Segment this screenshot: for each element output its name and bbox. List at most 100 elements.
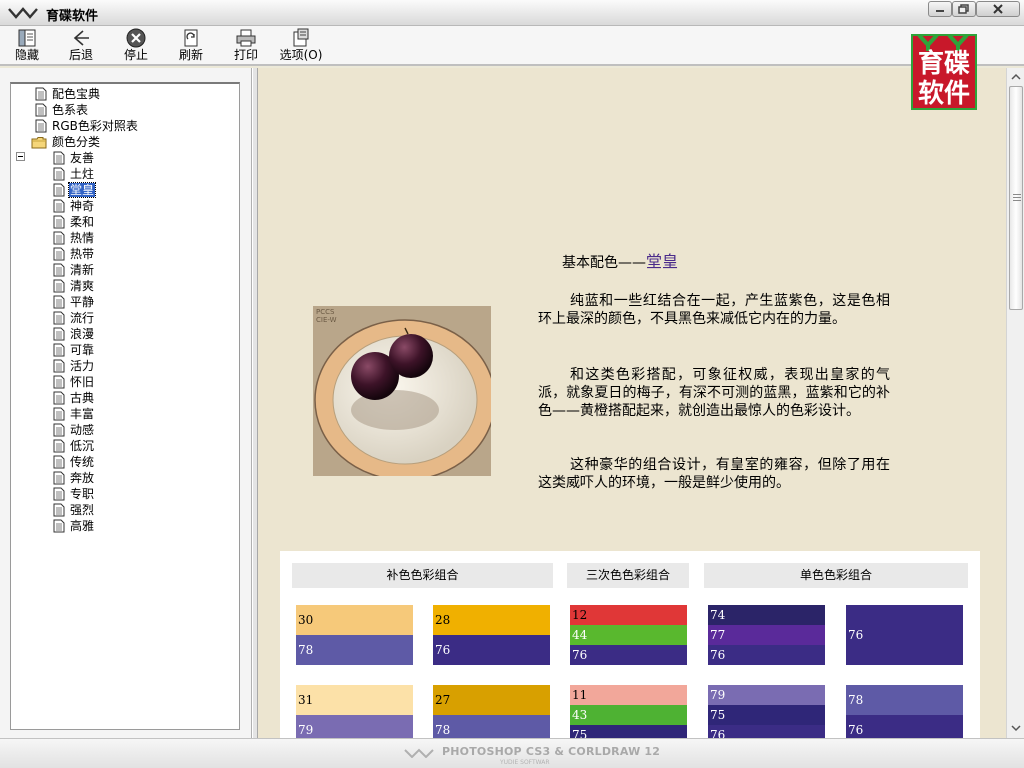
scrollbar-thumb[interactable]: [1009, 86, 1023, 310]
tree-item[interactable]: 丰富: [53, 406, 95, 422]
stop-label: 停止: [123, 48, 148, 62]
color-code: 11: [572, 688, 588, 702]
app-logo-icon: [8, 7, 38, 19]
document-icon: [53, 519, 65, 533]
document-icon: [53, 279, 65, 293]
tree-item[interactable]: 堂皇: [53, 182, 97, 198]
tree-item[interactable]: 配色宝典: [35, 86, 101, 102]
tree-item[interactable]: 浪漫: [53, 326, 95, 342]
color-code: 79: [710, 688, 726, 702]
tree-item[interactable]: 热情: [53, 230, 95, 246]
back-button[interactable]: 后退: [56, 28, 106, 64]
tree-item[interactable]: 土炷: [53, 166, 95, 182]
color-code: 74: [710, 608, 726, 622]
tree-item[interactable]: 强烈: [53, 502, 95, 518]
color-swatch: 12 44 76: [570, 605, 687, 665]
status-brand-sub: YUDIE SOFTWAR: [500, 759, 550, 766]
color-swatch: 78 76: [846, 685, 963, 738]
tree-item[interactable]: 柔和: [53, 214, 95, 230]
restore-button[interactable]: [952, 1, 976, 17]
tree-item[interactable]: 古典: [53, 390, 95, 406]
refresh-icon: [184, 29, 198, 47]
document-icon: [53, 487, 65, 501]
color-band: 43: [570, 705, 687, 725]
color-swatch: 30 78: [296, 605, 413, 665]
tree-item[interactable]: 奔放: [53, 470, 95, 486]
tree-item[interactable]: 流行: [53, 310, 95, 326]
tree-item-label: 颜色分类: [52, 135, 101, 149]
tree-item-label: 浪漫: [70, 327, 95, 341]
color-band: 75: [708, 705, 825, 725]
color-code: 76: [848, 628, 864, 642]
hide-label: 隐藏: [14, 48, 39, 62]
color-band: 30: [296, 605, 413, 635]
color-band: 11: [570, 685, 687, 705]
tree-item[interactable]: 高雅: [53, 518, 95, 534]
heading-prefix: 基本配色——: [562, 255, 646, 271]
tree-item[interactable]: 清新: [53, 262, 95, 278]
tree-item[interactable]: 低沉: [53, 438, 95, 454]
document-icon: [53, 199, 65, 213]
navigation-panel: 配色宝典 色系表 RGB色彩对照表 颜色分类 友善 土炷 堂皇 神奇 柔和 热情 热带 清新 清爽 平静流…: [0, 68, 252, 738]
tree-item-label: 清爽: [70, 279, 95, 293]
tree-item[interactable]: 专职: [53, 486, 95, 502]
tree-item-label: 色系表: [52, 103, 89, 117]
color-band: 74: [708, 605, 825, 625]
scroll-up-icon[interactable]: [1010, 72, 1022, 82]
tree-item-label: 强烈: [70, 503, 95, 517]
tree-item-label: 热带: [70, 247, 95, 261]
tree-item[interactable]: RGB色彩对照表: [35, 118, 139, 134]
status-brand: PHOTOSHOP CS3 & CORLDRAW 12: [442, 745, 661, 758]
color-swatch: 28 76: [433, 605, 550, 665]
tree-item[interactable]: 神奇: [53, 198, 95, 214]
color-band: 44: [570, 625, 687, 645]
brand-logo: 育碟 软件: [911, 34, 977, 110]
stop-icon: [126, 28, 146, 48]
tree-item[interactable]: 怀旧: [53, 374, 95, 390]
tree-item[interactable]: 活力: [53, 358, 95, 374]
plums-on-plate-image: [313, 306, 491, 476]
scroll-down-icon[interactable]: [1010, 723, 1022, 733]
document-icon: [53, 295, 65, 309]
vertical-scrollbar[interactable]: [1006, 68, 1024, 738]
tree-item[interactable]: 动感: [53, 422, 95, 438]
minimize-icon: [936, 10, 944, 12]
tree-folder[interactable]: 颜色分类: [31, 134, 101, 150]
document-icon: [53, 359, 65, 373]
color-swatch: 31 79: [296, 685, 413, 738]
paragraph-2: 和这类色彩搭配，可象征权威，表现出皇家的气派，就象夏日的梅子，有深不可测的蓝黑，…: [538, 367, 890, 419]
tree-item[interactable]: 传统: [53, 454, 95, 470]
tree-item[interactable]: 平静: [53, 294, 95, 310]
options-icon: [293, 28, 309, 47]
print-button[interactable]: 打印: [221, 28, 271, 64]
tree-item-label: 流行: [70, 311, 95, 325]
options-button[interactable]: 选项(O): [276, 28, 326, 64]
tree-item[interactable]: 可靠: [53, 342, 95, 358]
color-band: 76: [846, 715, 963, 738]
tree-item[interactable]: 清爽: [53, 278, 95, 294]
tree-item-label: 专职: [70, 487, 95, 501]
collapse-toggle[interactable]: [16, 152, 25, 161]
refresh-button[interactable]: 刷新: [166, 28, 216, 64]
color-band: 76: [570, 645, 687, 665]
color-combination-table: 补色色彩组合 三次色色彩组合 单色色彩组合 30 78 28 76 12 44 76 74 77…: [280, 551, 980, 738]
tree-item-label: 神奇: [70, 199, 95, 213]
restore-icon: [958, 4, 969, 14]
tree-item-label: 古典: [70, 391, 95, 405]
minimize-button[interactable]: [928, 1, 952, 17]
tree-item[interactable]: 色系表: [35, 102, 89, 118]
color-code: 79: [298, 723, 314, 737]
refresh-label: 刷新: [178, 48, 203, 62]
tree-item-label: 传统: [70, 455, 95, 469]
stop-button[interactable]: 停止: [111, 28, 161, 64]
header-tertiary: 三次色色彩组合: [567, 563, 689, 588]
tree-item[interactable]: 友善: [53, 150, 95, 166]
tree-item[interactable]: 热带: [53, 246, 95, 262]
color-band: 76: [708, 725, 825, 738]
color-code: 43: [572, 708, 588, 722]
tree-item-label: 高雅: [70, 519, 95, 533]
back-arrow-icon: [73, 30, 89, 46]
plums-photo: PCCS CIE-W: [313, 306, 491, 476]
hide-button[interactable]: 隐藏: [2, 28, 52, 64]
close-button[interactable]: [976, 1, 1020, 17]
